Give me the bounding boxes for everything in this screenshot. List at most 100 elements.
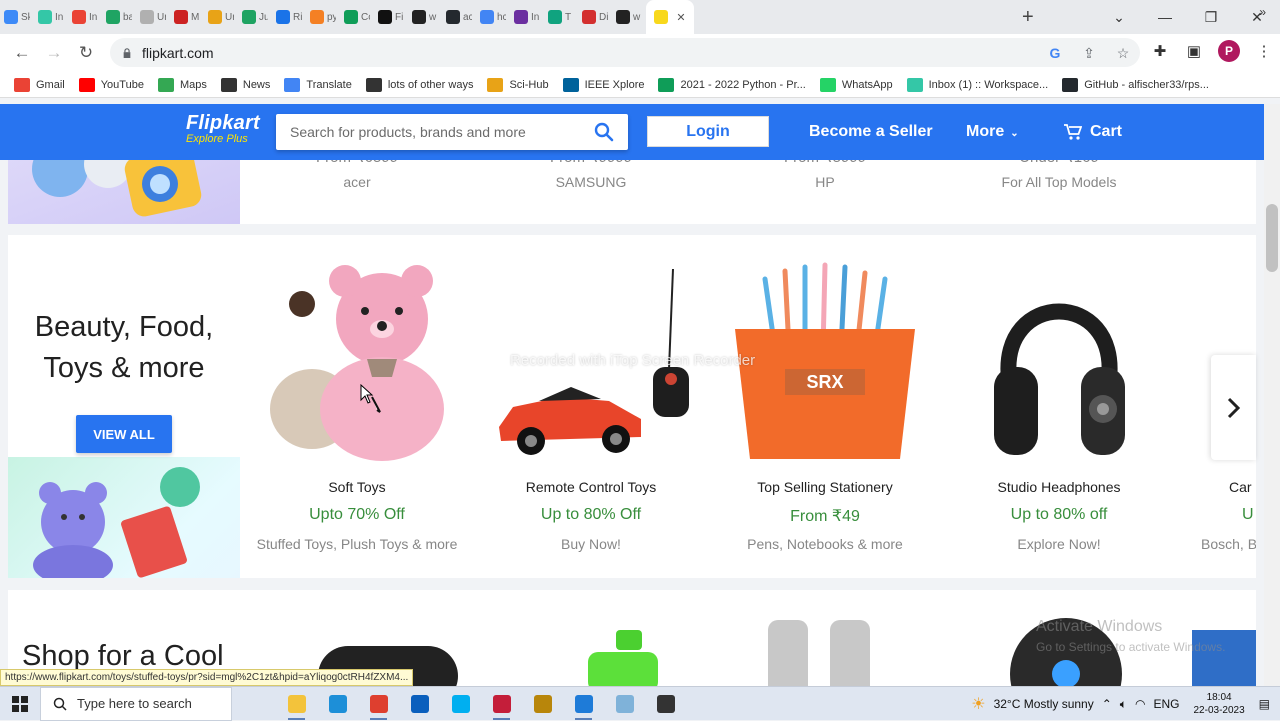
new-tab-button[interactable]: + bbox=[1022, 7, 1034, 27]
browser-tab[interactable]: In bbox=[510, 0, 544, 34]
login-button[interactable]: Login bbox=[647, 116, 769, 147]
taskbar-app-file-explorer[interactable] bbox=[276, 687, 317, 721]
taskbar-search-box[interactable]: Type here to search bbox=[40, 686, 232, 721]
browser-tab[interactable]: Co bbox=[340, 0, 374, 34]
clock[interactable]: 18:04 22-03-2023 bbox=[1194, 691, 1245, 717]
omnibox[interactable]: flipkart.com G ⇪ ☆ bbox=[110, 38, 1140, 67]
language-indicator[interactable]: ENG bbox=[1153, 697, 1179, 711]
product-card-soft-toys[interactable]: Soft Toys Upto 70% Off Stuffed Toys, Plu… bbox=[240, 235, 474, 578]
tab-search-icon[interactable]: ⌄ bbox=[1096, 0, 1142, 34]
search-input[interactable] bbox=[290, 114, 590, 150]
product-card-remote-control-toys[interactable]: Remote Control Toys Up to 80% Off Buy No… bbox=[474, 235, 708, 578]
browser-tab[interactable]: Inl bbox=[34, 0, 68, 34]
carousel-next-button[interactable] bbox=[1211, 355, 1256, 460]
tray-overflow-icon[interactable]: ⌃ bbox=[1102, 697, 1112, 711]
browser-tab[interactable]: ba bbox=[102, 0, 136, 34]
reload-icon[interactable]: ↻ bbox=[70, 37, 102, 69]
taskbar-app-app-gold[interactable] bbox=[522, 687, 563, 721]
cart-link[interactable]: Cart bbox=[1064, 123, 1122, 141]
taskbar-app-skype[interactable] bbox=[440, 687, 481, 721]
bookmarks-overflow-button[interactable]: » bbox=[1259, 5, 1266, 19]
prev-item-brand: For All Top Models bbox=[1001, 174, 1117, 190]
more-label: More bbox=[966, 123, 1005, 140]
browser-tab[interactable]: w bbox=[408, 0, 442, 34]
browser-tab[interactable]: py bbox=[306, 0, 340, 34]
close-tab-icon[interactable]: ✕ bbox=[676, 11, 685, 24]
tab-favicon-icon bbox=[106, 10, 120, 24]
browser-tab[interactable]: Ur bbox=[136, 0, 170, 34]
extensions-area: ✚ ▣ P ⋮ bbox=[1150, 40, 1274, 62]
bookmark-item[interactable]: 2021 - 2022 Python - Pr... bbox=[658, 77, 806, 92]
product-card-studio-headphones[interactable]: Studio Headphones Up to 80% off Explore … bbox=[942, 235, 1176, 578]
weather-text[interactable]: 32°C Mostly sunny bbox=[994, 697, 1094, 711]
browser-tab[interactable]: w bbox=[612, 0, 646, 34]
taskbar-app-chrome[interactable] bbox=[358, 687, 399, 721]
more-menu[interactable]: More ⌄ bbox=[966, 123, 1019, 141]
search-icon[interactable] bbox=[594, 122, 614, 142]
browser-tab[interactable]: Ju bbox=[238, 0, 272, 34]
browser-tab[interactable]: ac bbox=[442, 0, 476, 34]
bookmark-item[interactable]: Gmail bbox=[14, 77, 65, 92]
tab-favicon-icon bbox=[4, 10, 18, 24]
become-seller-link[interactable]: Become a Seller bbox=[809, 123, 933, 141]
notification-icon[interactable]: ▤ bbox=[1259, 697, 1270, 711]
bookmark-item[interactable]: GitHub - alfischer33/rps... bbox=[1062, 77, 1209, 92]
back-icon[interactable]: ← bbox=[6, 37, 38, 69]
browser-tab[interactable]: Sk bbox=[0, 0, 34, 34]
taskbar-app-store[interactable] bbox=[399, 687, 440, 721]
bookmark-item[interactable]: WhatsApp bbox=[819, 77, 893, 92]
browser-tab[interactable]: M bbox=[170, 0, 204, 34]
profile-avatar[interactable]: P bbox=[1218, 40, 1240, 62]
taskbar-app-edge[interactable] bbox=[317, 687, 358, 721]
weather-icon[interactable]: ☀ bbox=[971, 694, 985, 714]
section-title-line1: Beauty, Food, bbox=[34, 311, 214, 343]
bookmark-item[interactable]: News bbox=[220, 77, 270, 92]
chrome-menu-icon[interactable]: ⋮ bbox=[1254, 41, 1274, 61]
network-icon[interactable]: ◠ bbox=[1135, 697, 1145, 711]
scrollbar-thumb[interactable] bbox=[1266, 204, 1278, 272]
minimize-icon[interactable]: — bbox=[1142, 0, 1188, 34]
bookmark-favicon-icon bbox=[157, 77, 174, 92]
product-card-stationery[interactable]: SRX Top Selling Stationery From ₹49 Pens… bbox=[708, 235, 942, 578]
restore-icon[interactable]: ❐ bbox=[1188, 0, 1234, 34]
flipkart-logo[interactable]: Flipkart Explore Plus bbox=[186, 112, 260, 145]
bookmark-item[interactable]: Translate bbox=[284, 77, 352, 92]
bookmark-star-icon[interactable]: ☆ bbox=[1114, 44, 1132, 62]
windows-logo-icon bbox=[12, 695, 28, 712]
taskbar-app-terminal[interactable] bbox=[645, 687, 686, 721]
speaker-icon[interactable]: 🔈︎ bbox=[1120, 697, 1127, 712]
extensions-puzzle-icon[interactable]: ✚ bbox=[1150, 41, 1170, 61]
browser-tab[interactable]: Di bbox=[578, 0, 612, 34]
bookmark-item[interactable]: Maps bbox=[157, 77, 207, 92]
browser-tab[interactable]: T bbox=[544, 0, 578, 34]
url-text[interactable]: flipkart.com bbox=[142, 45, 214, 61]
bookmark-item[interactable]: Inbox (1) :: Workspace... bbox=[906, 77, 1048, 92]
windows-start-button[interactable] bbox=[0, 687, 40, 721]
google-lens-icon[interactable]: G bbox=[1046, 44, 1064, 62]
view-all-button[interactable]: VIEW ALL bbox=[76, 415, 172, 453]
active-tab[interactable]: ✕ bbox=[646, 0, 694, 34]
taskbar-apps bbox=[276, 687, 686, 721]
browser-tab[interactable]: hc bbox=[476, 0, 510, 34]
side-panel-icon[interactable]: ▣ bbox=[1184, 41, 1204, 61]
browser-tab[interactable]: Inl bbox=[68, 0, 102, 34]
browser-tab[interactable]: Ur bbox=[204, 0, 238, 34]
taskbar-app-vscode[interactable] bbox=[563, 687, 604, 721]
browser-tab[interactable]: Ri bbox=[272, 0, 306, 34]
lock-icon[interactable] bbox=[122, 47, 132, 58]
close-window-icon[interactable]: ✕ bbox=[1234, 0, 1280, 34]
tab-label: w bbox=[429, 11, 437, 23]
taskbar-app-recorder[interactable] bbox=[481, 687, 522, 721]
page-scrollbar[interactable] bbox=[1264, 104, 1280, 686]
bookmark-item[interactable]: lots of other ways bbox=[365, 77, 473, 92]
bookmark-favicon-icon bbox=[365, 77, 382, 92]
browser-tab[interactable]: Fi bbox=[374, 0, 408, 34]
section-title-line2: Toys & more bbox=[43, 352, 205, 384]
prev-item-brand: HP bbox=[815, 174, 835, 190]
forward-icon[interactable]: → bbox=[38, 37, 70, 69]
bookmark-item[interactable]: YouTube bbox=[78, 77, 144, 92]
share-icon[interactable]: ⇪ bbox=[1080, 44, 1098, 62]
bookmark-item[interactable]: IEEE Xplore bbox=[562, 77, 644, 92]
bookmark-item[interactable]: Sci-Hub bbox=[487, 77, 549, 92]
taskbar-app-app-pane[interactable] bbox=[604, 687, 645, 721]
